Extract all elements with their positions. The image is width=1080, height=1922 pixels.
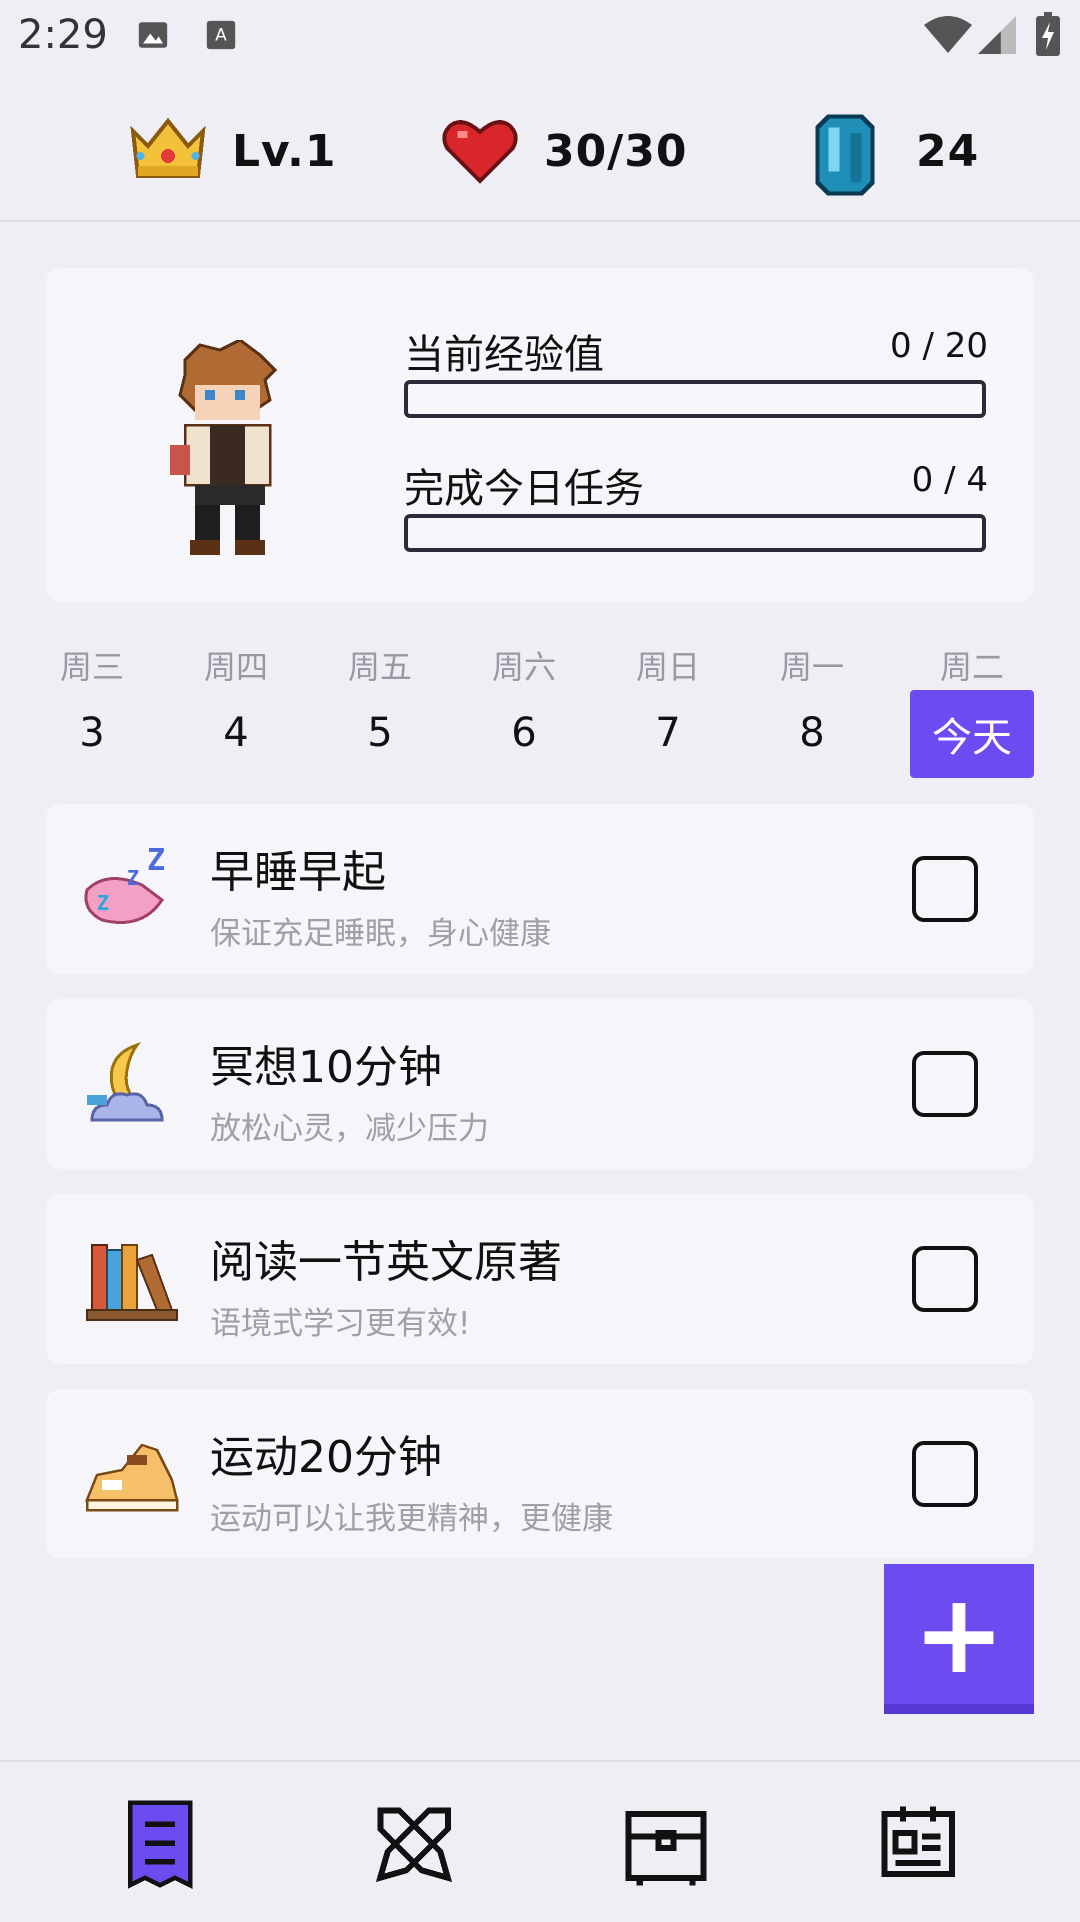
level-value: Lv.1: [232, 125, 337, 177]
task-title: 早睡早起: [210, 847, 386, 898]
add-task-button[interactable]: +: [884, 1564, 1034, 1714]
weekday-name: 周六: [491, 648, 556, 686]
bookshelf-icon: [82, 1230, 182, 1330]
id-card-icon: [881, 1806, 955, 1877]
weekday-number[interactable]: 5: [320, 710, 440, 756]
sleep-pillow-icon: Z Z Z: [82, 840, 182, 940]
gems-value: 24: [916, 125, 980, 177]
sneaker-icon: [82, 1425, 182, 1525]
task-checkbox[interactable]: [912, 1441, 978, 1507]
weekday-number[interactable]: 6: [464, 710, 584, 756]
task-subtitle: 放松心灵，减少压力: [210, 1111, 489, 1147]
task-checkbox[interactable]: [912, 1246, 978, 1312]
gem-icon: [812, 111, 878, 196]
wifi-icon: [924, 14, 972, 56]
task-checkbox[interactable]: [912, 1051, 978, 1117]
nav-profile[interactable]: [868, 1794, 968, 1894]
scroll-list-icon: [127, 1800, 193, 1889]
today-button[interactable]: 今天: [910, 690, 1034, 778]
exp-label: 当前经验值: [404, 332, 604, 378]
svg-text:Z: Z: [97, 891, 109, 915]
daily-task-label: 完成今日任务: [404, 466, 644, 512]
plus-icon: +: [912, 1570, 1006, 1698]
crown-icon: [128, 111, 208, 191]
weekday-name: 周五: [347, 648, 412, 686]
exp-progress-bar: [404, 380, 986, 418]
weekday-name: 周三: [59, 648, 124, 686]
task-card-meditate[interactable]: [46, 999, 1034, 1169]
treasure-chest-icon: [625, 1811, 707, 1886]
battery-icon: [1036, 12, 1060, 56]
svg-text:Z: Z: [147, 843, 165, 878]
task-title: 阅读一节英文原著: [210, 1237, 562, 1288]
daily-task-count: 0 / 4: [911, 460, 988, 500]
nav-battle[interactable]: [364, 1794, 464, 1894]
task-title: 冥想10分钟: [210, 1042, 442, 1093]
weekday-number[interactable]: 3: [32, 710, 152, 756]
level-stat: Lv.1: [128, 106, 336, 196]
cellular-signal-icon: [978, 16, 1016, 54]
weekday-name: 周四: [203, 648, 268, 686]
keyboard-notification-icon: A: [204, 18, 238, 52]
task-subtitle: 保证充足睡眠，身心健康: [210, 916, 551, 952]
weekday-number[interactable]: 7: [608, 710, 728, 756]
weekday-number[interactable]: 4: [176, 710, 296, 756]
svg-text:A: A: [215, 26, 227, 46]
weekday-number[interactable]: 8: [752, 710, 872, 756]
health-value: 30/30: [544, 125, 688, 177]
status-time: 2:29: [18, 12, 108, 58]
task-title: 运动20分钟: [210, 1432, 442, 1483]
task-subtitle: 语境式学习更有效!: [210, 1306, 471, 1342]
task-checkbox[interactable]: [912, 856, 978, 922]
gems-stat: 24: [812, 106, 979, 196]
task-subtitle: 运动可以让我更精神，更健康: [210, 1501, 613, 1537]
weekday-name: 周二: [939, 648, 1004, 686]
exp-count: 0 / 20: [890, 326, 988, 366]
svg-text:Z: Z: [127, 866, 139, 890]
crossed-swords-icon: [375, 1807, 453, 1883]
weekday-name: 周一: [779, 648, 844, 686]
health-stat: 30/30: [440, 106, 688, 196]
nav-tasks[interactable]: [110, 1794, 210, 1894]
heart-icon: [440, 111, 520, 191]
nav-treasure[interactable]: [616, 1794, 716, 1894]
daily-task-progress-bar: [404, 514, 986, 552]
character-avatar[interactable]: [160, 338, 290, 560]
image-notification-icon: [136, 18, 170, 52]
moon-cloud-icon: [82, 1035, 182, 1135]
weekday-name: 周日: [635, 648, 700, 686]
